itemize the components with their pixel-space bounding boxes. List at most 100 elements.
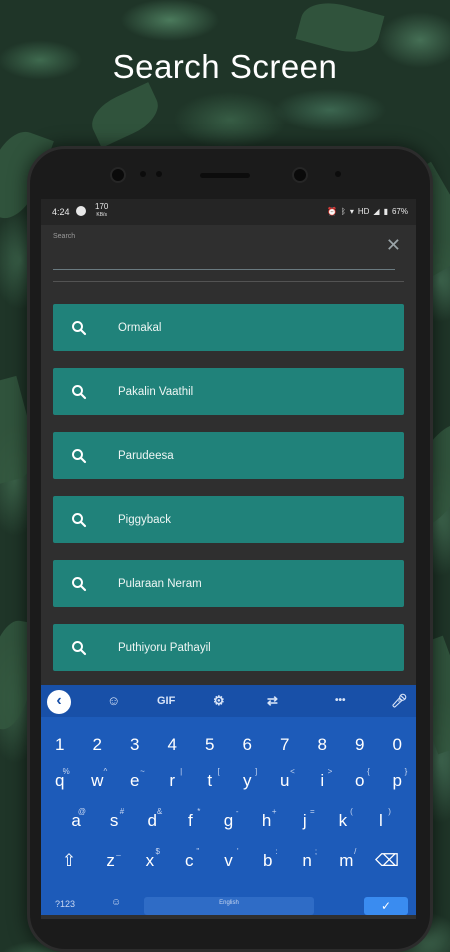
key-p[interactable]: p} <box>381 767 413 791</box>
list-item[interactable]: Piggyback <box>53 496 404 543</box>
key-q[interactable]: q% <box>44 767 76 791</box>
list-item-label: Ormakal <box>118 321 162 334</box>
key-c[interactable]: c " <box>173 847 205 871</box>
gif-button[interactable]: GIF <box>157 695 175 707</box>
key-2[interactable]: 2 <box>81 735 113 755</box>
list-item[interactable]: Parudeesa <box>53 432 404 479</box>
list-item-label: Pularaan Neram <box>118 577 202 590</box>
list-item[interactable]: Pularaan Neram <box>53 560 404 607</box>
emoji-key[interactable]: ☺ <box>111 897 121 908</box>
key-j[interactable]: j = <box>289 807 321 831</box>
key-label: 2 <box>92 735 102 754</box>
key-a[interactable]: a @ <box>60 807 92 831</box>
search-icon <box>72 320 87 335</box>
key-label: u <box>280 771 290 790</box>
network-speed-value: 170 <box>95 202 109 211</box>
key-x[interactable]: x $ <box>134 847 166 871</box>
key-i[interactable]: i > <box>306 767 338 791</box>
list-item[interactable]: Ormakal <box>53 304 404 351</box>
search-icon <box>72 576 87 591</box>
battery-icon: ▮ <box>383 207 388 216</box>
key-e[interactable]: e ~ <box>119 767 151 791</box>
key-label: m <box>339 851 354 870</box>
key-label: n <box>302 851 312 870</box>
key-y[interactable]: y] <box>231 767 263 791</box>
key-secondary-symbol: ^ <box>103 767 108 776</box>
list-item[interactable]: Puthiyoru Pathayil <box>53 624 404 671</box>
key-secondary-symbol: { <box>367 767 370 776</box>
key-secondary-symbol: < <box>290 767 295 776</box>
settings-gear-icon[interactable]: ⚙ <box>213 693 225 709</box>
key-label: 7 <box>280 735 290 754</box>
key-b[interactable]: b: <box>252 847 284 871</box>
key-secondary-symbol: : <box>275 847 278 856</box>
signal-icon: ◢ <box>373 207 380 216</box>
shift-key[interactable]: ⇧ <box>53 851 85 871</box>
status-time: 4:24 <box>52 207 70 217</box>
key-w[interactable]: w ^ <box>81 767 113 791</box>
key-z[interactable]: z _ <box>95 847 127 871</box>
app-notification-icon <box>76 206 86 216</box>
keyboard-toolbar: ‹ ☺ GIF ⚙ ⇄ ••• 🎤︎ <box>41 685 416 717</box>
key-g[interactable]: g- <box>212 807 244 831</box>
key-label: e <box>130 771 140 790</box>
search-icon <box>72 512 87 527</box>
alarm-icon: ⏰ <box>327 207 338 216</box>
search-icon <box>72 640 87 655</box>
status-icons: ⏰ ᛒ ▾ HD ◢ ▮ 67% <box>327 207 408 216</box>
key-n[interactable]: n; <box>291 847 323 871</box>
key-3[interactable]: 3 <box>119 735 151 755</box>
key-8[interactable]: 8 <box>306 735 338 755</box>
key-label: y <box>243 771 252 790</box>
number-row: 1 2 3 4 5 6 7 8 9 0 <box>41 735 416 755</box>
key-label: l <box>379 811 383 830</box>
key-h[interactable]: h + <box>251 807 283 831</box>
key-9[interactable]: 9 <box>344 735 376 755</box>
key-s[interactable]: s # <box>98 807 130 831</box>
key-label: 1 <box>55 735 65 754</box>
key-7[interactable]: 7 <box>269 735 301 755</box>
key-d[interactable]: d & <box>136 807 168 831</box>
key-u[interactable]: u < <box>269 767 301 791</box>
more-button[interactable]: ••• <box>335 695 346 706</box>
key-4[interactable]: 4 <box>156 735 188 755</box>
key-t[interactable]: t[ <box>194 767 226 791</box>
key-secondary-symbol: & <box>156 807 163 816</box>
key-6[interactable]: 6 <box>231 735 263 755</box>
wifi-icon: ▾ <box>349 207 354 216</box>
key-l[interactable]: l) <box>365 807 397 831</box>
key-5[interactable]: 5 <box>194 735 226 755</box>
close-icon[interactable]: ✕ <box>386 236 401 254</box>
sticker-icon[interactable]: ☺ <box>107 693 120 708</box>
key-label: j <box>302 811 307 830</box>
key-m[interactable]: m / <box>330 847 362 871</box>
translate-icon[interactable]: ⇄ <box>267 693 278 709</box>
list-item[interactable]: Pakalin Vaathil <box>53 368 404 415</box>
back-arrow-icon[interactable]: ‹ <box>47 690 71 714</box>
key-label: o <box>355 771 365 790</box>
key-label: 0 <box>392 735 402 754</box>
microphone-icon[interactable]: 🎤︎ <box>391 693 408 709</box>
symbols-key[interactable]: ?123 <box>55 899 75 909</box>
key-secondary-symbol: + <box>271 807 277 816</box>
backspace-key[interactable]: ⌫ <box>371 851 403 871</box>
key-k[interactable]: k( <box>327 807 359 831</box>
key-f[interactable]: f * <box>174 807 206 831</box>
key-label: p <box>392 771 402 790</box>
key-label: 8 <box>317 735 327 754</box>
status-bar: 4:24 170 KB/s ⏰ ᛒ ▾ HD ◢ ▮ 67% <box>41 199 416 225</box>
key-o[interactable]: o{ <box>344 767 376 791</box>
key-r[interactable]: r | <box>156 767 188 791</box>
key-1[interactable]: 1 <box>44 735 76 755</box>
key-label: d <box>147 811 157 830</box>
divider <box>53 281 404 282</box>
search-input[interactable] <box>53 247 395 270</box>
signal-hd-label: HD <box>357 207 370 216</box>
list-item-label: Piggyback <box>118 513 172 526</box>
front-camera <box>110 167 126 183</box>
key-secondary-symbol: ] <box>255 767 258 776</box>
key-row-1: q% w ^ e ~ r | t[y] u < i > o{p} <box>41 767 416 791</box>
key-label: 6 <box>242 735 252 754</box>
key-0[interactable]: 0 <box>381 735 413 755</box>
key-v[interactable]: v ' <box>212 847 244 871</box>
